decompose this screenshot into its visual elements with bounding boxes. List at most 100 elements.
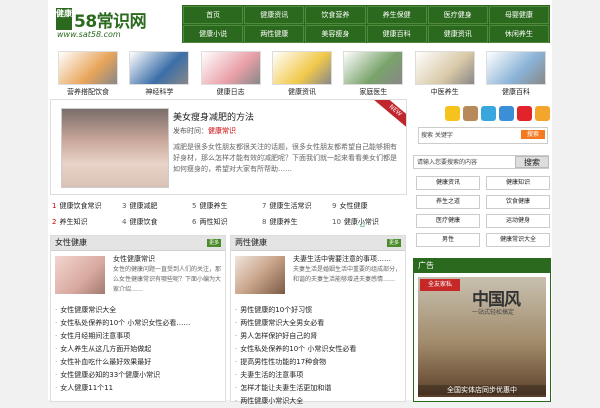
list-item[interactable]: 两性健康常识大全男女必看 <box>235 317 403 330</box>
ranked-link[interactable]: 1 健康饮食常识 <box>52 201 122 211</box>
site-search-input[interactable]: 搜索 关键字 <box>421 130 481 139</box>
ad-footer-text: 全国实体店同步优惠中 <box>418 385 546 395</box>
rank-title[interactable]: 健康减肥 <box>129 201 157 211</box>
category-button[interactable]: 健康常识大全 <box>486 233 550 247</box>
nav-item[interactable]: 首页 <box>183 6 244 24</box>
thumbnail-image[interactable] <box>343 51 404 85</box>
home-icon[interactable]: ⌂ <box>360 220 368 229</box>
nav-item[interactable]: 饮食营养 <box>305 6 366 24</box>
rank-title[interactable]: 健康养生 <box>199 201 227 211</box>
list-item[interactable]: 女性补血吃什么最好效果最好 <box>55 356 223 369</box>
rank-title[interactable]: 健康养生 <box>269 217 297 227</box>
thumbnail-label[interactable]: 神经科学 <box>129 87 189 97</box>
card-photo-title[interactable]: 夫妻生活中需要注意的事项…… <box>293 254 391 264</box>
thumbnail-item[interactable]: 营养搭配饮食 <box>58 51 118 97</box>
featured-meta-category[interactable]: 健康常识 <box>208 127 236 135</box>
featured-title[interactable]: 美女瘦身减肥的方法 <box>173 110 254 123</box>
qq-icon[interactable] <box>445 106 460 121</box>
nav-item[interactable]: 健康小说 <box>183 25 244 43</box>
thumbnail-image[interactable] <box>271 51 332 85</box>
list-item[interactable]: 男人怎样保护好自己的肾 <box>235 330 403 343</box>
card-photo[interactable] <box>235 256 285 294</box>
category-button[interactable]: 饮食健康 <box>486 195 550 209</box>
thumbnail-item[interactable]: 家庭医生 <box>343 51 404 97</box>
list-item[interactable]: 女性月经期间注意事项 <box>55 330 223 343</box>
thumbnail-label[interactable]: 中医养生 <box>415 87 475 97</box>
nav-item[interactable]: 健康资讯 <box>244 6 305 24</box>
weibo-icon[interactable] <box>517 106 532 121</box>
category-button[interactable]: 运动健身 <box>486 214 550 228</box>
more-button[interactable]: 更多 <box>207 239 221 247</box>
rank-title[interactable]: 两性知识 <box>199 217 227 227</box>
ranked-link[interactable]: 2 养生知识 <box>52 217 122 227</box>
thumbnail-image[interactable] <box>485 51 546 85</box>
ranked-link[interactable]: 3 健康减肥 <box>122 201 192 211</box>
ranked-link[interactable]: 9 女性健康 <box>332 201 402 211</box>
list-item[interactable]: 女人健康11个11 <box>55 382 223 395</box>
rank-title[interactable]: 养生知识 <box>59 217 87 227</box>
thumbnail-label[interactable]: 营养搭配饮食 <box>58 87 118 97</box>
category-button[interactable]: 医疗健康 <box>416 214 480 228</box>
category-button[interactable]: 健康知识 <box>486 176 550 190</box>
site-search-button[interactable]: 搜索 <box>521 130 545 139</box>
ranked-link[interactable]: 8 健康养生 <box>262 217 332 227</box>
ranked-link[interactable]: 7 健康生活常识 <box>262 201 332 211</box>
list-item[interactable]: 女性私处保养的10个 小常识女性必看…… <box>55 317 223 330</box>
nav-item[interactable]: 健康资讯 <box>427 25 488 43</box>
rank-title[interactable]: 健康饮食 <box>129 217 157 227</box>
featured-photo[interactable] <box>61 108 169 188</box>
featured-meta: 发布时间：健康常识 <box>173 126 236 136</box>
thumbnail-image[interactable] <box>129 51 190 85</box>
list-item[interactable]: 提高男性性功能的17种食物 <box>235 356 403 369</box>
category-button[interactable]: 男性 <box>416 233 480 247</box>
rss-icon[interactable] <box>535 106 550 121</box>
thumbnail-item[interactable]: 神经科学 <box>129 51 190 97</box>
card-photo-title[interactable]: 女性健康常识 <box>113 254 155 264</box>
thumbnail-image[interactable] <box>200 51 261 85</box>
twitter-icon[interactable] <box>481 106 496 121</box>
nav-item[interactable]: 休闲养生 <box>488 25 549 43</box>
nav-item[interactable]: 母婴健康 <box>488 6 549 24</box>
thumbnail-item[interactable]: 中医养生 <box>414 51 475 97</box>
nav-item[interactable]: 美容瘦身 <box>305 25 366 43</box>
thumbnail-label[interactable]: 健康日志 <box>201 87 261 97</box>
site-logo[interactable]: 健康 58常识网 www.sat58.com <box>56 8 166 44</box>
list-item[interactable]: 女性健康常识大全 <box>55 304 223 317</box>
rank-title[interactable]: 健康生活常识 <box>269 201 311 211</box>
social-icons <box>418 106 550 121</box>
list-item[interactable]: 女性私处保养的10个 小常识女性必看 <box>235 343 403 356</box>
thumbnail-item[interactable]: 健康日志 <box>200 51 261 97</box>
list-item[interactable]: 女性健康必知的33个健康小常识 <box>55 369 223 382</box>
rank-number: 4 <box>122 218 127 226</box>
thumbnail-image[interactable] <box>58 51 118 85</box>
list-item[interactable]: 两性健康小常识大全 <box>235 395 403 408</box>
mail-icon[interactable] <box>463 106 478 121</box>
rank-title[interactable]: 女性健康 <box>339 201 367 211</box>
card-photo[interactable] <box>55 256 105 294</box>
rank-title[interactable]: 健康饮食常识 <box>59 201 101 211</box>
content-search-button[interactable]: 搜索 <box>515 156 549 168</box>
more-button[interactable]: 更多 <box>387 239 401 247</box>
pinterest-icon[interactable] <box>499 106 514 121</box>
ranked-link[interactable]: 6 两性知识 <box>192 217 262 227</box>
nav-item[interactable]: 医疗健身 <box>427 6 488 24</box>
ad-banner[interactable]: 全友家私 中国风 一站式轻松搞定 全国实体店同步优惠中 <box>418 277 546 397</box>
ranked-link[interactable]: 4 健康饮食 <box>122 217 192 227</box>
list-item[interactable]: 女人养生从这几方面开始做起 <box>55 343 223 356</box>
list-item[interactable]: 怎样才能让夫妻生活更加和谐 <box>235 382 403 395</box>
list-item[interactable]: 男性健康的10个好习惯 <box>235 304 403 317</box>
thumbnail-item[interactable]: 健康资讯 <box>271 51 332 97</box>
nav-item[interactable]: 养生保健 <box>366 6 427 24</box>
list-item[interactable]: 夫妻生活的注意事项 <box>235 369 403 382</box>
card-list: 女性健康常识大全女性私处保养的10个 小常识女性必看……女性月经期间注意事项女人… <box>55 304 223 395</box>
thumbnail-label[interactable]: 健康百科 <box>486 87 546 97</box>
ranked-link[interactable]: 5 健康养生 <box>192 201 262 211</box>
thumbnail-item[interactable]: 健康百科 <box>485 51 546 97</box>
category-button[interactable]: 健康资讯 <box>416 176 480 190</box>
thumbnail-label[interactable]: 家庭医生 <box>343 87 403 97</box>
category-button[interactable]: 养生之道 <box>416 195 480 209</box>
nav-item[interactable]: 健康百科 <box>366 25 427 43</box>
nav-item[interactable]: 两性健康 <box>244 25 305 43</box>
thumbnail-label[interactable]: 健康资讯 <box>272 87 332 97</box>
thumbnail-image[interactable] <box>414 51 475 85</box>
